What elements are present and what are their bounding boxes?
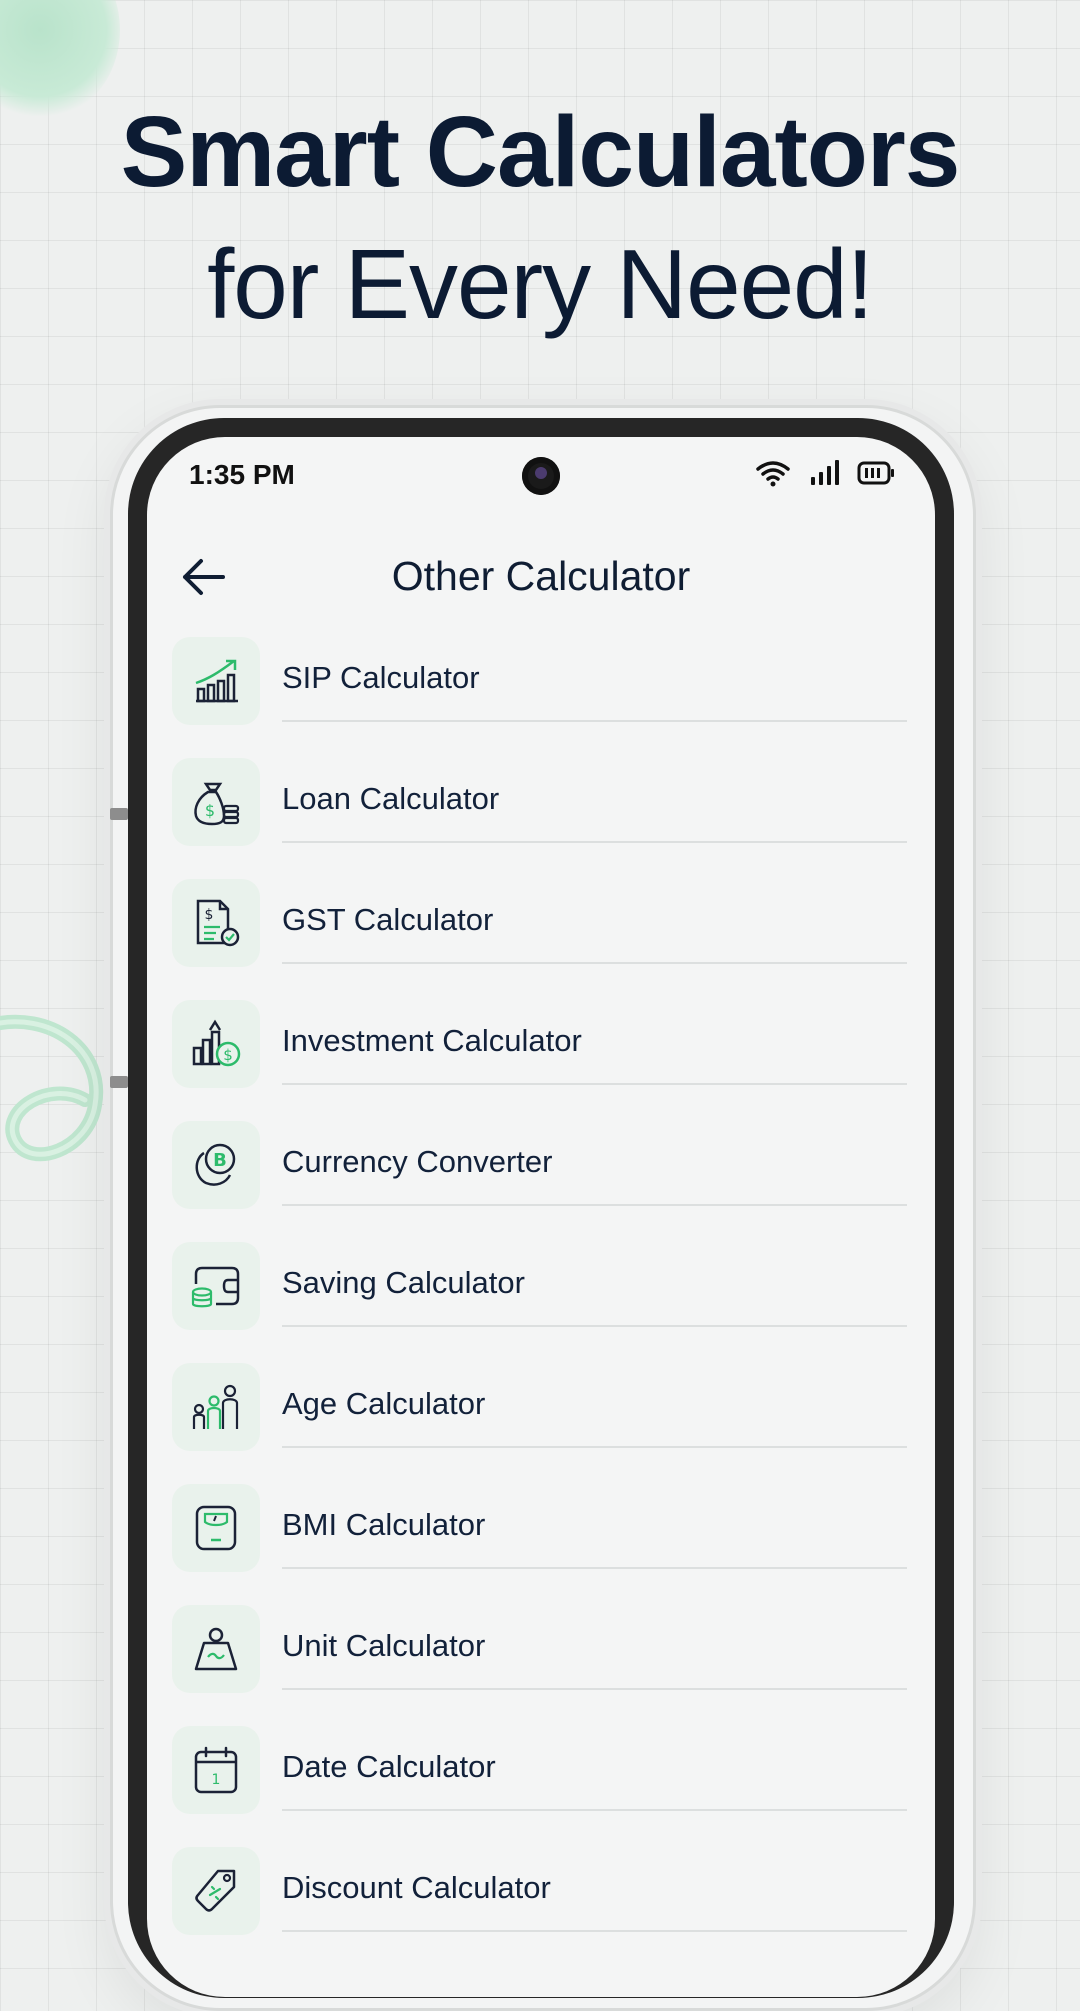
invoice-icon: $: [196, 899, 240, 947]
divider: [282, 962, 907, 964]
scale-icon: [195, 1505, 237, 1551]
phone-screen: 1:35 PM Other Calculator SIP Calculator …: [147, 437, 935, 1997]
list-item-age-calculator[interactable]: Age Calculator: [147, 1358, 935, 1479]
list-item-label: Loan Calculator: [282, 781, 500, 816]
list-item-label: BMI Calculator: [282, 1507, 486, 1542]
wallet-icon: [191, 1266, 240, 1308]
wifi-icon: [756, 461, 790, 487]
family-icon: [192, 1384, 239, 1429]
phone-side-button: [110, 1076, 128, 1088]
svg-text:$: $: [205, 907, 214, 923]
list-item-gst-calculator[interactable]: $ GST Calculator: [147, 874, 935, 995]
signal-icon: [811, 460, 839, 485]
divider: [282, 1809, 907, 1811]
divider: [282, 1688, 907, 1690]
list-item-investment-calculator[interactable]: $ Investment Calculator: [147, 995, 935, 1116]
list-item-loan-calculator[interactable]: $ Loan Calculator: [147, 753, 935, 874]
promo-headline: Smart Calculators: [120, 96, 961, 208]
app-bar: Other Calculator: [147, 537, 935, 617]
status-time: 1:35 PM: [189, 459, 295, 490]
divider: [282, 1930, 907, 1932]
investment-icon: $: [192, 1019, 241, 1067]
list-item-label: Investment Calculator: [282, 1023, 582, 1058]
tag-icon: [195, 1869, 236, 1912]
page-title: Other Calculator: [391, 553, 691, 599]
list-item-bmi-calculator[interactable]: BMI Calculator: [147, 1479, 935, 1600]
list-item-label: Saving Calculator: [282, 1265, 525, 1300]
list-item-label: Discount Calculator: [282, 1870, 551, 1905]
list-item-label: Unit Calculator: [282, 1628, 486, 1663]
divider: [282, 720, 907, 722]
divider: [282, 1204, 907, 1206]
list-item-label: Currency Converter: [282, 1144, 553, 1179]
svg-text:$: $: [223, 1046, 233, 1064]
status-icons: [755, 459, 895, 487]
promo-subheadline: for Every Need!: [207, 229, 874, 339]
divider: [282, 1083, 907, 1085]
svg-text:$: $: [205, 801, 215, 820]
currency-coin-icon: B: [195, 1143, 236, 1186]
calculator-list: SIP Calculator $ Loan Calculator $ GST C…: [147, 632, 935, 1963]
list-item-label: GST Calculator: [282, 902, 494, 937]
divider: [282, 841, 907, 843]
battery-icon: [857, 461, 894, 485]
list-item-label: Age Calculator: [282, 1386, 486, 1421]
list-item-currency-converter[interactable]: B Currency Converter: [147, 1116, 935, 1237]
decorative-swirl: [0, 1014, 104, 1162]
growth-chart-icon: [195, 659, 238, 703]
list-item-label: Date Calculator: [282, 1749, 496, 1784]
list-item-unit-calculator[interactable]: Unit Calculator: [147, 1600, 935, 1721]
svg-text:B: B: [213, 1150, 227, 1171]
divider: [282, 1325, 907, 1327]
list-item-date-calculator[interactable]: 1 Date Calculator: [147, 1721, 935, 1842]
weight-icon: [194, 1627, 238, 1671]
calendar-icon: 1: [194, 1746, 238, 1794]
divider: [282, 1567, 907, 1569]
list-item-saving-calculator[interactable]: Saving Calculator: [147, 1237, 935, 1358]
list-item-discount-calculator[interactable]: Discount Calculator: [147, 1842, 935, 1963]
svg-text:1: 1: [212, 1772, 221, 1788]
camera-cutout: [522, 457, 560, 495]
divider: [282, 1446, 907, 1448]
money-bag-icon: $: [194, 782, 240, 826]
list-item-sip-calculator[interactable]: SIP Calculator: [147, 632, 935, 753]
list-item-label: SIP Calculator: [282, 660, 480, 695]
phone-side-button: [110, 808, 128, 820]
